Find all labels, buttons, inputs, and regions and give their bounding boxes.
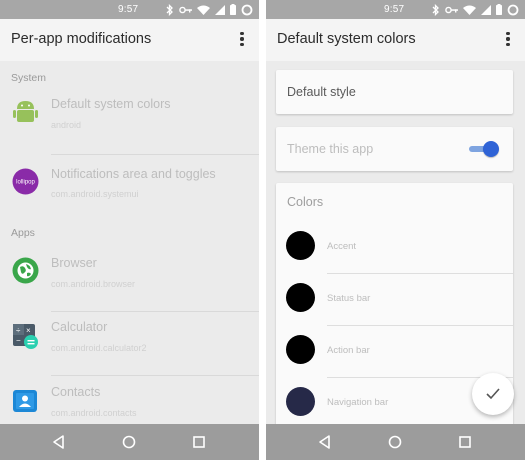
navigation-bar — [266, 424, 525, 460]
section-header-system: System — [11, 72, 47, 84]
calculator-icon: ÷ × − — [13, 324, 38, 349]
cell-signal-icon — [481, 4, 491, 15]
svg-text:×: × — [26, 326, 31, 335]
overflow-menu-icon[interactable] — [239, 32, 245, 48]
page-title: Default system colors — [277, 31, 416, 47]
sync-circle-icon — [507, 4, 519, 15]
item-package: com.android.systemui — [51, 189, 139, 199]
color-row-accent[interactable]: Accent — [276, 222, 513, 274]
cell-signal-icon — [215, 4, 225, 15]
theme-this-app-label: Theme this app — [287, 142, 374, 156]
status-time: 9:57 — [118, 4, 139, 15]
app-bar: Default system colors — [266, 19, 525, 61]
app-list: System Default system colors android lol… — [0, 61, 259, 424]
lollipop-icon-text: lollipop — [16, 180, 35, 186]
color-label: Status bar — [327, 293, 371, 304]
color-swatch — [286, 387, 315, 416]
item-package: com.android.calculator2 — [51, 343, 147, 353]
bluetooth-icon — [432, 3, 439, 16]
color-swatch — [286, 335, 315, 364]
divider — [51, 375, 259, 376]
contacts-icon — [13, 390, 37, 412]
list-item-default-system-colors[interactable]: Default system colors android — [0, 91, 259, 155]
item-name: Notifications area and toggles — [51, 167, 216, 181]
color-label: Navigation bar — [327, 397, 389, 408]
item-package: android — [51, 120, 82, 130]
android-robot-icon — [13, 101, 38, 122]
item-name: Browser — [51, 256, 97, 270]
colors-header: Colors — [287, 195, 324, 209]
overflow-menu-icon[interactable] — [505, 32, 511, 48]
wifi-icon — [463, 5, 476, 15]
theme-this-app-card[interactable]: Theme this app — [276, 127, 513, 171]
list-item-notifications-area[interactable]: lollipop Notifications area and toggles … — [0, 156, 259, 220]
vpn-key-icon — [179, 6, 192, 13]
divider — [51, 154, 259, 155]
item-package: com.android.contacts — [51, 408, 137, 418]
bluetooth-icon — [166, 3, 173, 16]
color-row-status-bar[interactable]: Status bar — [276, 274, 513, 326]
status-bar: 9:57 — [266, 0, 525, 19]
recents-icon[interactable] — [456, 433, 474, 451]
browser-globe-icon — [12, 257, 39, 284]
item-name: Default system colors — [51, 97, 171, 111]
check-icon — [486, 388, 500, 400]
item-name: Contacts — [51, 385, 101, 399]
vpn-key-icon — [445, 6, 458, 13]
item-name: Calculator — [51, 320, 108, 334]
list-item-browser[interactable]: Browser com.android.browser — [0, 248, 259, 312]
battery-icon — [230, 4, 236, 15]
sync-circle-icon — [241, 4, 253, 15]
home-icon[interactable] — [386, 433, 404, 451]
default-style-card[interactable]: Default style — [276, 70, 513, 114]
confirm-fab-button[interactable] — [472, 373, 514, 415]
lollipop-icon: lollipop — [12, 168, 39, 195]
navigation-bar — [0, 424, 259, 460]
color-swatch — [286, 231, 315, 260]
home-icon[interactable] — [120, 433, 138, 451]
color-row-action-bar[interactable]: Action bar — [276, 326, 513, 378]
switch-thumb — [483, 141, 499, 157]
list-item-calculator[interactable]: ÷ × − Calculator com.android.calculator2 — [0, 312, 259, 376]
wifi-icon — [197, 5, 210, 15]
colors-content: Default style Theme this app Colors Acce… — [266, 61, 525, 424]
app-bar: Per-app modifications — [0, 19, 259, 61]
back-icon[interactable] — [316, 433, 334, 451]
color-swatch — [286, 283, 315, 312]
color-label: Action bar — [327, 345, 370, 356]
color-label: Accent — [327, 241, 357, 252]
per-app-screen: 9:57 Per-app modifications System Defaul… — [0, 0, 259, 460]
status-time: 9:57 — [384, 4, 405, 15]
svg-text:−: − — [16, 336, 21, 345]
item-package: com.android.browser — [51, 279, 136, 289]
status-bar: 9:57 — [0, 0, 259, 19]
back-icon[interactable] — [50, 433, 68, 451]
svg-text:÷: ÷ — [16, 326, 21, 335]
recents-icon[interactable] — [190, 433, 208, 451]
section-header-apps: Apps — [11, 227, 35, 239]
battery-icon — [496, 4, 502, 15]
default-system-colors-screen: 9:57 Default system colors Default style… — [266, 0, 525, 460]
theme-toggle-switch[interactable] — [469, 141, 499, 157]
page-title: Per-app modifications — [11, 31, 152, 47]
default-style-label: Default style — [287, 85, 356, 99]
